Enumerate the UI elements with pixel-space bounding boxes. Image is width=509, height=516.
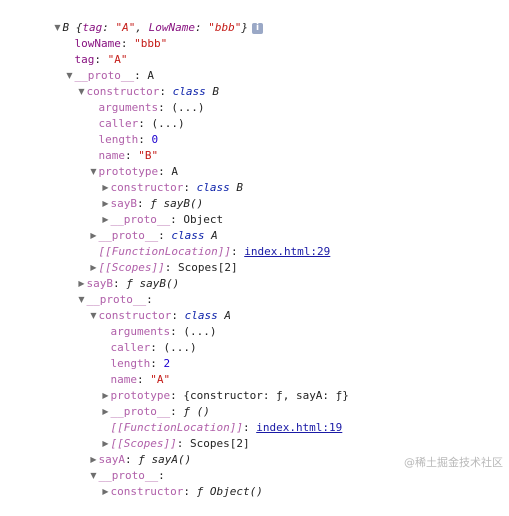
property-row[interactable]: ▶ sayB: ƒ sayB(): [0, 260, 509, 290]
property-row[interactable]: [[FunctionLocation]]: index.html:29: [0, 228, 509, 258]
property-row[interactable]: arguments: (...): [0, 84, 509, 114]
property-row[interactable]: ▶ __proto__: ƒ (): [0, 388, 509, 418]
property-row[interactable]: length: 0: [0, 116, 509, 146]
watermark: @稀土掘金技术社区: [404, 456, 503, 469]
property-row[interactable]: ▼ __proto__:: [0, 276, 509, 306]
property-row[interactable]: arguments: (...): [0, 308, 509, 338]
property-row[interactable]: name: "A": [0, 356, 509, 386]
property-row[interactable]: [[FunctionLocation]]: index.html:19: [0, 404, 509, 434]
property-row[interactable]: ▼ __proto__: A: [0, 52, 509, 82]
property-row[interactable]: name: "B": [0, 132, 509, 162]
property-key: constructor: [110, 485, 184, 498]
property-row[interactable]: ▶ constructor: ƒ Object(): [0, 468, 509, 498]
property-row[interactable]: lowName: "bbb": [0, 20, 509, 50]
property-row[interactable]: ▶ [[Scopes]]: Scopes[2]: [0, 420, 509, 450]
property-row[interactable]: ▼ prototype: A: [0, 148, 509, 178]
property-row[interactable]: caller: (...): [0, 100, 509, 130]
function-value: ƒ Object(): [196, 485, 263, 498]
property-row[interactable]: length: 2: [0, 340, 509, 370]
collapse-arrow-icon[interactable]: ▶: [101, 484, 111, 500]
property-row[interactable]: tag: "A": [0, 36, 509, 66]
property-row[interactable]: ▶ __proto__: class A: [0, 212, 509, 242]
property-row[interactable]: ▶ prototype: {constructor: ƒ, sayA: ƒ}: [0, 372, 509, 402]
property-row[interactable]: ▼ constructor: class B: [0, 68, 509, 98]
object-header-row[interactable]: ▼ B {tag: "A", LowName: "bbb"} i: [0, 4, 509, 34]
property-row[interactable]: ▶ sayA: ƒ sayA(): [0, 436, 509, 466]
property-row[interactable]: ▶ [[Scopes]]: Scopes[2]: [0, 244, 509, 274]
property-row[interactable]: caller: (...): [0, 324, 509, 354]
property-row[interactable]: ▶ __proto__: Object: [0, 196, 509, 226]
property-row[interactable]: ▼ constructor: class A: [0, 292, 509, 322]
property-row[interactable]: ▶ sayB: ƒ sayB(): [0, 180, 509, 210]
console-object-tree: ▼ B {tag: "A", LowName: "bbb"} i lowName: …: [0, 4, 509, 498]
property-row[interactable]: ▶ constructor: class B: [0, 164, 509, 194]
